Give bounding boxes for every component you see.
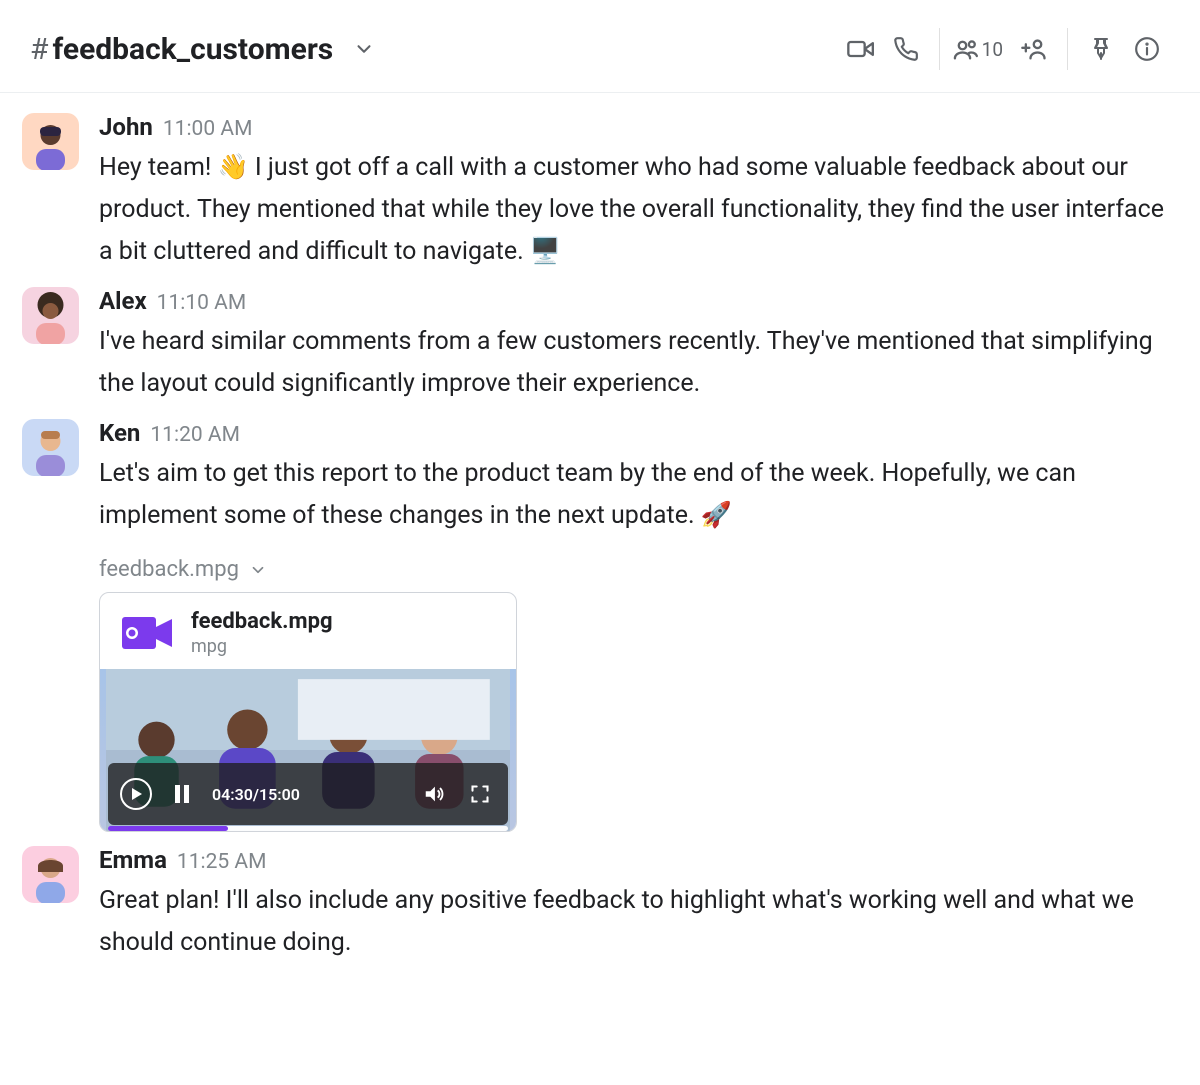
message-text: I've heard similar comments from a few c… <box>99 321 1170 405</box>
video-preview[interactable]: 04:30/15:00 <box>100 669 516 831</box>
message: Ken 11:20 AM Let's aim to get this repor… <box>22 419 1170 832</box>
chevron-down-icon[interactable] <box>353 38 375 60</box>
attachment-header: feedback.mpg mpg <box>100 593 516 669</box>
video-file-icon <box>120 613 175 653</box>
header-actions: 10 <box>837 26 1170 72</box>
hash-icon: # <box>30 32 48 67</box>
video-call-icon[interactable] <box>837 26 883 72</box>
fullscreen-button[interactable] <box>464 778 496 810</box>
video-controls: 04:30/15:00 <box>108 763 508 825</box>
message-text: Hey team! 👋 I just got off a call with a… <box>99 147 1170 273</box>
members-button[interactable]: 10 <box>950 26 1011 72</box>
message-author[interactable]: Emma <box>99 846 167 874</box>
avatar[interactable] <box>22 113 79 170</box>
message-time: 11:20 AM <box>150 423 240 447</box>
message-author[interactable]: Alex <box>99 287 147 315</box>
attachment-label[interactable]: feedback.mpg <box>99 557 1170 582</box>
message-text: Great plan! I'll also include any positi… <box>99 880 1170 964</box>
message-time: 11:10 AM <box>157 291 247 315</box>
message: Emma 11:25 AM Great plan! I'll also incl… <box>22 846 1170 964</box>
channel-title[interactable]: # feedback_customers <box>30 32 375 67</box>
message: Alex 11:10 AM I've heard similar comment… <box>22 287 1170 405</box>
channel-header: # feedback_customers 10 <box>0 0 1200 93</box>
message-author[interactable]: Ken <box>99 419 140 447</box>
avatar[interactable] <box>22 846 79 903</box>
separator <box>1067 28 1068 70</box>
separator <box>939 28 940 70</box>
chevron-down-icon <box>249 561 267 579</box>
message: John 11:00 AM Hey team! 👋 I just got off… <box>22 113 1170 273</box>
attachment-filename: feedback.mpg <box>99 557 239 582</box>
message-author[interactable]: John <box>99 113 153 141</box>
avatar[interactable] <box>22 287 79 344</box>
attachment-card[interactable]: feedback.mpg mpg <box>99 592 517 832</box>
info-icon[interactable] <box>1124 26 1170 72</box>
message-list: John 11:00 AM Hey team! 👋 I just got off… <box>0 93 1200 1085</box>
video-time: 04:30/15:00 <box>212 785 300 804</box>
attachment-extension: mpg <box>191 636 333 657</box>
play-button[interactable] <box>120 778 152 810</box>
message-time: 11:00 AM <box>163 117 253 141</box>
member-count: 10 <box>982 38 1003 61</box>
audio-call-icon[interactable] <box>883 26 929 72</box>
volume-button[interactable] <box>418 778 450 810</box>
message-text: Let's aim to get this report to the prod… <box>99 453 1170 537</box>
pause-button[interactable] <box>166 778 198 810</box>
video-progress-bar[interactable] <box>108 826 508 831</box>
pin-icon[interactable] <box>1078 26 1124 72</box>
channel-name: feedback_customers <box>52 32 333 67</box>
video-progress-fill <box>108 826 228 831</box>
message-time: 11:25 AM <box>177 850 267 874</box>
add-member-icon[interactable] <box>1011 26 1057 72</box>
attachment-title: feedback.mpg <box>191 609 333 634</box>
avatar[interactable] <box>22 419 79 476</box>
chat-window: # feedback_customers 10 <box>0 0 1200 1085</box>
